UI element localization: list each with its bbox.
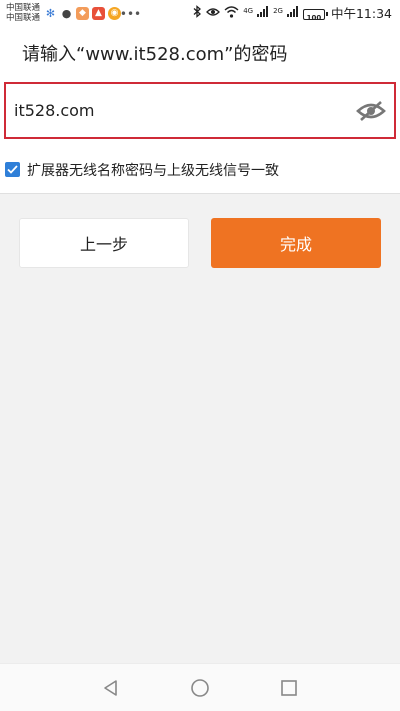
- sync-checkbox[interactable]: [5, 162, 20, 177]
- battery-icon: 100: [302, 8, 328, 22]
- sync-checkbox-label: 扩展器无线名称密码与上级无线信号一致: [27, 162, 279, 179]
- more-dots-icon: •••: [119, 6, 142, 21]
- circle-home-icon[interactable]: [188, 676, 212, 700]
- password-input[interactable]: [6, 101, 354, 120]
- signal-1-icon: [257, 6, 269, 22]
- carrier-1: 中国联通: [6, 3, 41, 13]
- network-2g-label: 2G: [273, 7, 283, 15]
- password-field[interactable]: [4, 82, 396, 139]
- navigation-bar: [0, 663, 400, 711]
- signal-2-icon: [286, 6, 299, 22]
- carrier-labels: 中国联通 中国联通: [6, 3, 40, 23]
- wechat-icon: ●: [61, 7, 72, 20]
- system-icons: 4G 2G 100 中午11:34: [193, 5, 392, 23]
- square-recent-icon[interactable]: [277, 676, 301, 700]
- status-bar: 中国联通 中国联通 ✻ ● ◆ ▲ ◉ ••• 4G 2G 100 中午11:3…: [0, 0, 400, 28]
- wifi-icon: [224, 5, 239, 23]
- prev-step-button[interactable]: 上一步: [19, 218, 189, 268]
- carrier-2: 中国联通: [6, 13, 41, 23]
- app-red-icon: ▲: [92, 7, 105, 20]
- done-button[interactable]: 完成: [211, 218, 381, 268]
- check-icon: [7, 165, 18, 174]
- snowflake-icon: ✻: [45, 7, 56, 20]
- network-4g-label: 4G: [243, 7, 254, 15]
- eye-slash-icon[interactable]: [354, 96, 388, 126]
- sync-option-row: 扩展器无线名称密码与上级无线信号一致: [0, 146, 400, 194]
- bluetooth-icon: [193, 5, 202, 23]
- header: 请输入“www.it528.com”的密码: [0, 28, 400, 80]
- clock: 中午11:34: [330, 6, 392, 21]
- app-orange-icon: ◆: [76, 7, 89, 20]
- battery-level: 100: [306, 13, 322, 22]
- triangle-back-icon[interactable]: [99, 676, 123, 700]
- notification-icons: ✻ ● ◆ ▲ ◉ •••: [44, 6, 142, 21]
- password-section: [0, 80, 400, 146]
- eye-comfort-icon: [206, 6, 221, 22]
- page-title: 请输入“www.it528.com”的密码: [22, 44, 288, 65]
